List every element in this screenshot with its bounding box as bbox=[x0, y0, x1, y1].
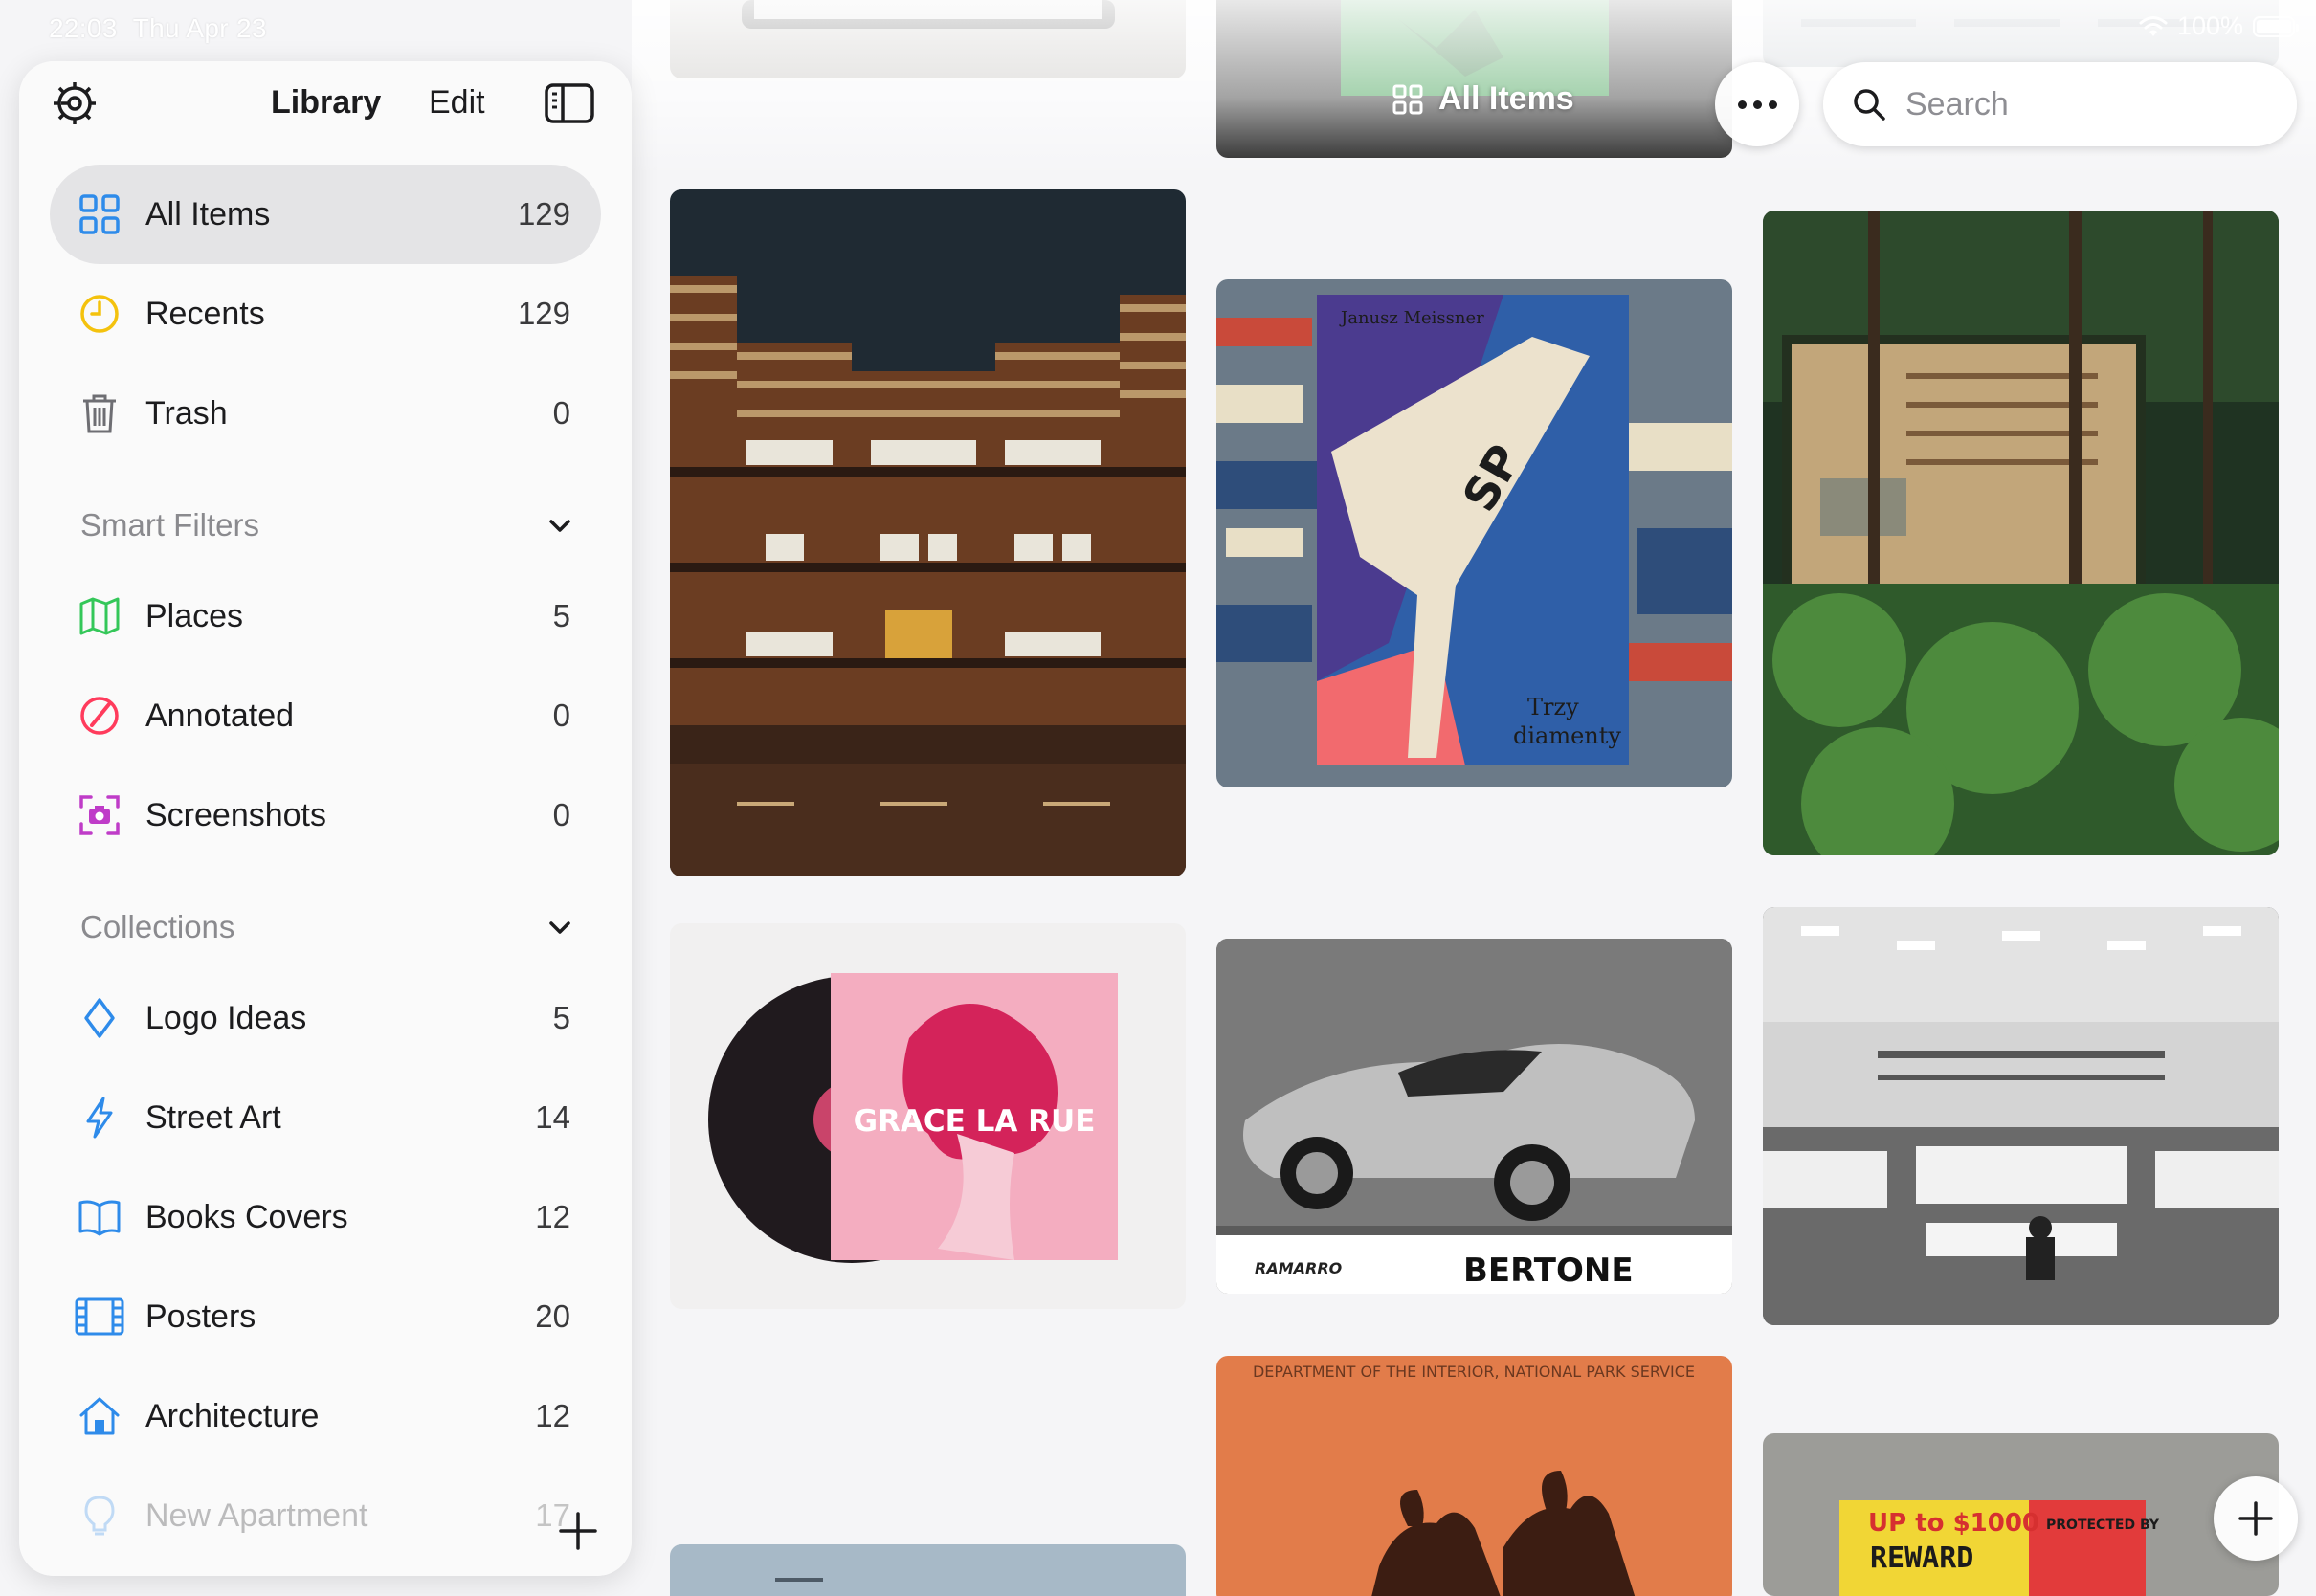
sidebar-item-places[interactable]: Places 5 bbox=[50, 566, 601, 666]
view-title-label: All Items bbox=[1438, 80, 1574, 117]
gallery-item-nps-poster[interactable]: DEPARTMENT OF THE INTERIOR, NATIONAL PAR… bbox=[1216, 1356, 1732, 1596]
bertone-brand: BERTONE bbox=[1463, 1252, 1634, 1290]
sidebar-item-label: Street Art bbox=[145, 1099, 281, 1136]
book-icon bbox=[78, 1200, 121, 1236]
smart-filters-header[interactable]: Smart Filters bbox=[50, 492, 601, 559]
add-collection-icon[interactable] bbox=[555, 1508, 601, 1554]
sidebar-item-count: 12 bbox=[535, 1199, 570, 1234]
add-item-button[interactable] bbox=[2214, 1476, 2298, 1561]
sidebar-item-architecture[interactable]: Architecture 12 bbox=[50, 1366, 601, 1466]
book-title-2: diamenty bbox=[1513, 722, 1621, 749]
wifi-icon bbox=[2139, 15, 2168, 36]
sidebar-item-count: 12 bbox=[535, 1398, 570, 1433]
sidebar-item-label: Books Covers bbox=[145, 1199, 348, 1235]
grid-icon bbox=[79, 194, 120, 234]
more-options-button[interactable] bbox=[1715, 62, 1799, 146]
ellipsis-icon-dot bbox=[1737, 100, 1747, 109]
sidebar-item-trash[interactable]: Trash 0 bbox=[50, 364, 601, 463]
sidebar-item-books-covers[interactable]: Books Covers 12 bbox=[50, 1167, 601, 1267]
battery-icon bbox=[2253, 15, 2299, 37]
annotate-icon bbox=[80, 697, 119, 735]
sidebar-item-logo-ideas[interactable]: Logo Ideas 5 bbox=[50, 968, 601, 1068]
film-icon bbox=[75, 1297, 124, 1336]
sidebar-item-label: Trash bbox=[145, 395, 228, 432]
protected-text: PROTECTED BY bbox=[2046, 1518, 2160, 1533]
search-icon bbox=[1854, 89, 1885, 121]
gallery-item-reward-sign[interactable]: UP to $1000 REWARD PROTECTED BY bbox=[1763, 1433, 2279, 1596]
map-icon bbox=[79, 597, 120, 635]
sidebar-item-label: Annotated bbox=[145, 698, 295, 734]
sidebar-item-posters[interactable]: Posters 20 bbox=[50, 1267, 601, 1366]
sidebar-item-count: 0 bbox=[552, 797, 570, 832]
status-indicators: 100% bbox=[2139, 11, 2299, 41]
battery-percent: 100% bbox=[2176, 11, 2243, 40]
sidebar-item-label: Screenshots bbox=[145, 797, 326, 833]
ellipsis-icon-dot bbox=[1768, 100, 1777, 109]
sidebar-item-count: 129 bbox=[517, 196, 570, 232]
status-date: Thu Apr 23 bbox=[132, 13, 267, 43]
diamond-icon bbox=[84, 998, 115, 1038]
nps-header: DEPARTMENT OF THE INTERIOR, NATIONAL PAR… bbox=[1253, 1363, 1695, 1381]
sidebar-item-label: All Items bbox=[145, 196, 271, 233]
gallery-item-bertone-car[interactable]: RAMARRO BERTONE bbox=[1216, 939, 1732, 1294]
sidebar: Library Edit All Items 129 Recents 129 T… bbox=[19, 61, 632, 1576]
edit-button[interactable]: Edit bbox=[429, 84, 485, 122]
reward-word: REWARD bbox=[1870, 1541, 1973, 1575]
gallery-item-forest-house[interactable] bbox=[1763, 211, 2279, 855]
sidebar-item-label: Logo Ideas bbox=[145, 1000, 307, 1036]
sidebar-item-count: 5 bbox=[552, 1000, 570, 1035]
grid-icon bbox=[1392, 84, 1423, 114]
status-clock: 22:03 bbox=[49, 13, 118, 43]
bolt-icon bbox=[86, 1097, 113, 1139]
sidebar-item-count: 0 bbox=[552, 395, 570, 431]
gallery-item-book-cover[interactable]: Janusz Meissner SP Trzy diamenty bbox=[1216, 279, 1732, 787]
clock-icon bbox=[80, 295, 119, 333]
gallery-item-control-room[interactable] bbox=[1763, 907, 2279, 1325]
gallery-item-shop-shelves[interactable] bbox=[670, 189, 1186, 876]
sidebar-item-street-art[interactable]: Street Art 14 bbox=[50, 1068, 601, 1167]
sidebar-title: Library bbox=[271, 84, 382, 121]
sidebar-item-new-apartment[interactable]: New Apartment 17 bbox=[50, 1466, 601, 1565]
section-title: Smart Filters bbox=[80, 507, 260, 543]
sidebar-item-label: Places bbox=[145, 598, 244, 634]
bulb-icon bbox=[84, 1496, 115, 1536]
sidebar-item-all-items[interactable]: All Items 129 bbox=[50, 165, 601, 264]
sidebar-item-recents[interactable]: Recents 129 bbox=[50, 264, 601, 364]
chevron-down-icon bbox=[549, 520, 570, 532]
sidebar-header: Library Edit bbox=[19, 61, 632, 147]
sidebar-item-count: 0 bbox=[552, 698, 570, 733]
bertone-model: RAMARRO bbox=[1255, 1259, 1343, 1277]
sidebar-item-count: 14 bbox=[535, 1099, 570, 1135]
sidebar-item-label: Posters bbox=[145, 1298, 256, 1335]
status-time: 22:03 Thu Apr 23 bbox=[49, 13, 267, 44]
book-author: Janusz Meissner bbox=[1339, 308, 1484, 328]
sidebar-item-label: Recents bbox=[145, 296, 265, 332]
house-icon bbox=[79, 1397, 120, 1435]
gallery-item-record-grace[interactable]: GRACE LA RUE bbox=[670, 923, 1186, 1309]
sidebar-item-count: 129 bbox=[517, 296, 570, 331]
reward-amount: UP to $1000 bbox=[1868, 1509, 2039, 1538]
collections-header[interactable]: Collections bbox=[50, 894, 601, 961]
gear-icon[interactable] bbox=[50, 78, 100, 128]
screenshot-icon bbox=[79, 795, 120, 835]
section-title: Collections bbox=[80, 909, 235, 944]
trash-icon bbox=[83, 394, 116, 433]
ellipsis-icon-dot bbox=[1752, 100, 1762, 109]
sidebar-item-count: 5 bbox=[552, 598, 570, 633]
gallery-item-sky[interactable] bbox=[670, 1544, 1186, 1596]
sidebar-toggle-icon[interactable] bbox=[544, 82, 595, 124]
sidebar-item-screenshots[interactable]: Screenshots 0 bbox=[50, 765, 601, 865]
search-input[interactable] bbox=[1904, 84, 2271, 124]
sidebar-item-count: 20 bbox=[535, 1298, 570, 1334]
chevron-down-icon bbox=[549, 921, 570, 934]
sidebar-item-label: New Apartment bbox=[145, 1497, 368, 1534]
view-title[interactable]: All Items bbox=[1392, 80, 1574, 118]
sidebar-item-annotated[interactable]: Annotated 0 bbox=[50, 666, 601, 765]
grace-la-rue-title: GRACE LA RUE bbox=[854, 1104, 1096, 1139]
plus-icon bbox=[2238, 1501, 2273, 1536]
search-field[interactable] bbox=[1823, 62, 2297, 146]
sidebar-item-label: Architecture bbox=[145, 1398, 320, 1434]
book-title-1: Trzy bbox=[1527, 694, 1579, 720]
